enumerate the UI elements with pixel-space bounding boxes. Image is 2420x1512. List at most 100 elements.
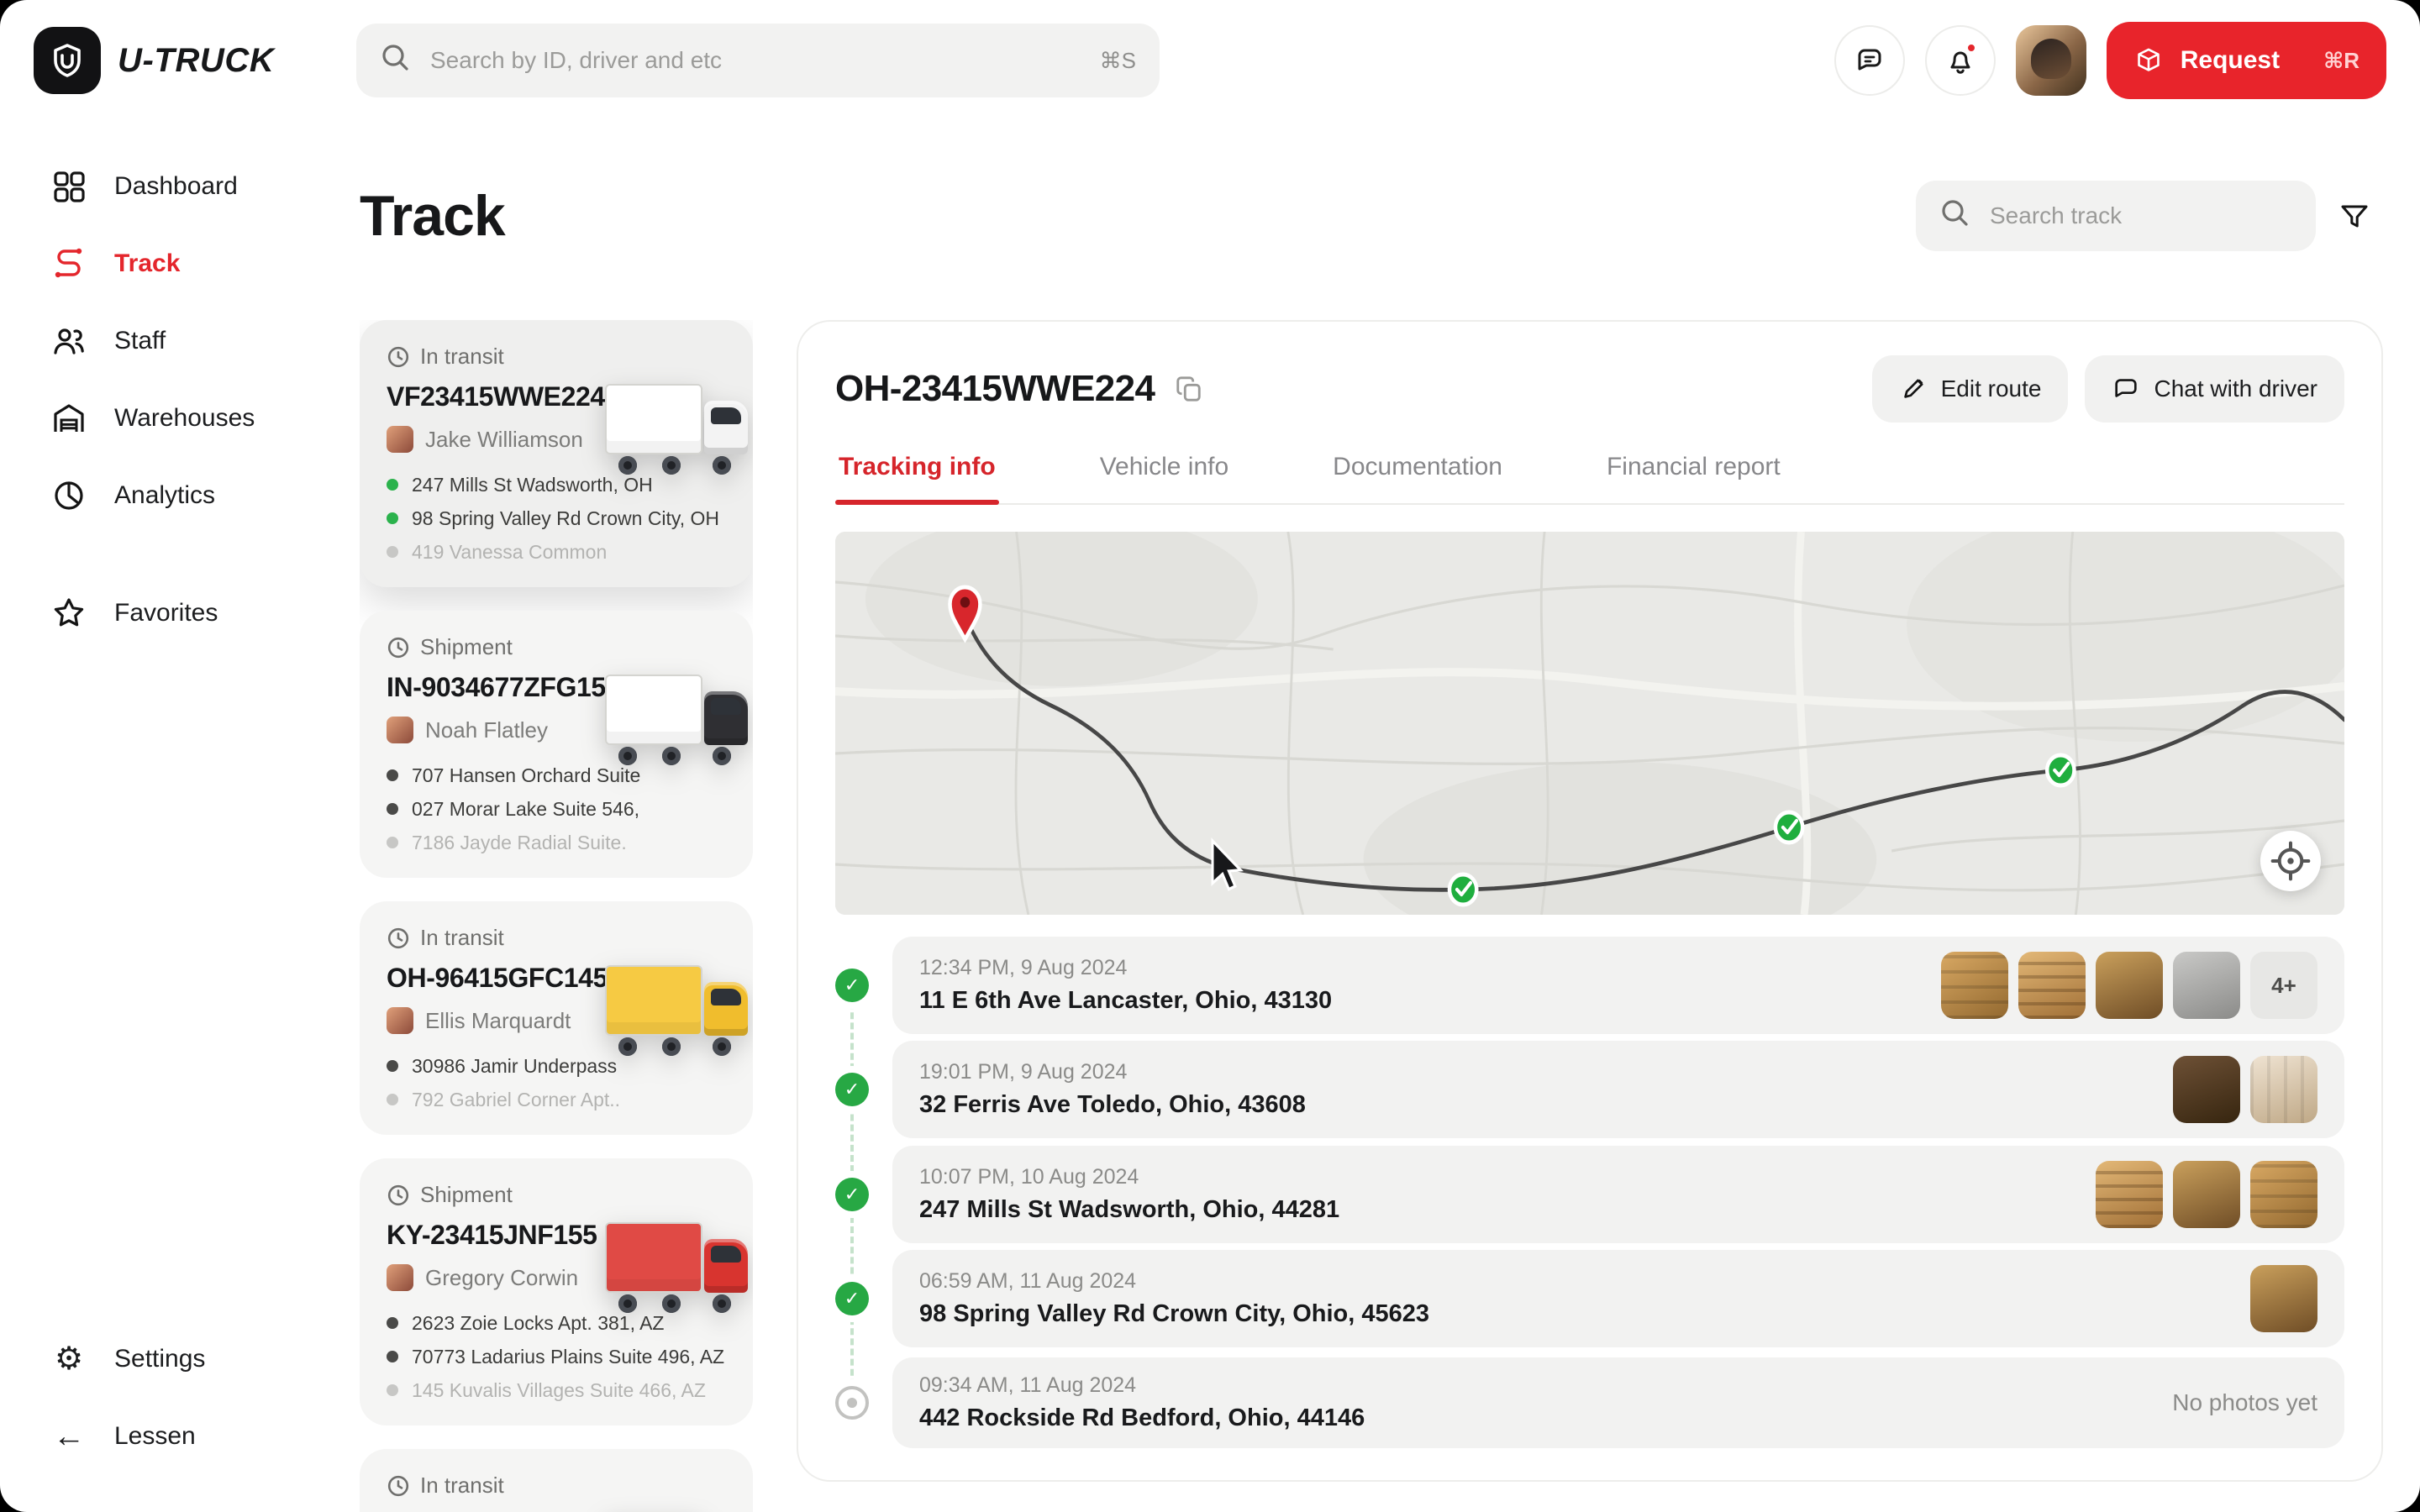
photo-thumbnail[interactable] xyxy=(2173,952,2240,1019)
sidebar-item-settings[interactable]: ⚙ Settings xyxy=(0,1320,323,1398)
timeline-time: 10:07 PM, 10 Aug 2024 xyxy=(919,1165,1339,1189)
track-search-input[interactable] xyxy=(1986,201,2292,231)
global-search[interactable]: ⌘S xyxy=(356,24,1160,97)
timeline-address: 32 Ferris Ave Toledo, Ohio, 43608 xyxy=(919,1091,1306,1119)
tab-documentation[interactable]: Documentation xyxy=(1329,453,1506,503)
messages-button[interactable] xyxy=(1834,25,1905,96)
more-photos-badge[interactable]: 4+ xyxy=(2250,952,2317,1019)
detail-tabs: Tracking info Vehicle info Documentation… xyxy=(835,453,2344,505)
shipment-card[interactable]: Shipment IN-9034677ZFG154 Noah Flatley 7… xyxy=(360,611,753,878)
checkpoint-marker[interactable] xyxy=(2047,755,2074,785)
sidebar-item-label: Settings xyxy=(114,1345,205,1373)
timeline-entry[interactable]: 09:34 AM, 11 Aug 2024 442 Rockside Rd Be… xyxy=(892,1357,2344,1448)
tab-vehicle-info[interactable]: Vehicle info xyxy=(1097,453,1232,503)
edit-route-button[interactable]: Edit route xyxy=(1872,355,2069,423)
sidebar-item-label: Warehouses xyxy=(114,404,255,433)
status-clock-icon xyxy=(387,1184,410,1207)
timeline-entry[interactable]: 12:34 PM, 9 Aug 2024 11 E 6th Ave Lancas… xyxy=(892,937,2344,1034)
locate-button[interactable] xyxy=(2260,831,2321,891)
photo-thumbnail[interactable] xyxy=(2096,1161,2163,1228)
sidebar-collapse-label: Lessen xyxy=(114,1422,196,1451)
status-clock-icon xyxy=(387,636,410,659)
timeline-row: ✓ 06:59 AM, 11 Aug 2024 98 Spring Valley… xyxy=(835,1255,2344,1342)
stop-item: 027 Morar Lake Suite 546, xyxy=(387,797,726,821)
request-button[interactable]: Request ⌘R xyxy=(2107,22,2386,99)
chat-with-driver-button[interactable]: Chat with driver xyxy=(2085,355,2344,423)
filter-button[interactable] xyxy=(2326,187,2383,244)
photo-thumbnail[interactable] xyxy=(2173,1056,2240,1123)
driver-avatar xyxy=(387,1264,413,1291)
timeline-row: ✓ 10:07 PM, 10 Aug 2024 247 Mills St Wad… xyxy=(835,1150,2344,1237)
search-icon xyxy=(380,42,410,79)
tracking-timeline: ✓ 12:34 PM, 9 Aug 2024 11 E 6th Ave Lanc… xyxy=(835,942,2344,1446)
people-icon xyxy=(50,323,87,360)
star-icon xyxy=(50,595,87,632)
dashboard-icon xyxy=(50,168,87,205)
sidebar-item-track[interactable]: Track xyxy=(0,225,323,302)
shipment-card[interactable]: Shipment KY-23415JNF155 Gregory Corwin 2… xyxy=(360,1158,753,1425)
shipment-card[interactable]: In transit VF23415WWE224 Jake Williamson… xyxy=(360,320,753,587)
track-search[interactable] xyxy=(1916,181,2316,251)
stop-item: 30986 Jamir Underpass xyxy=(387,1054,726,1078)
sidebar-item-analytics[interactable]: Analytics xyxy=(0,457,323,534)
search-icon xyxy=(1939,197,1970,234)
copy-id-button[interactable] xyxy=(1171,371,1207,407)
route-icon xyxy=(50,245,87,282)
photo-thumbnail[interactable] xyxy=(2250,1161,2317,1228)
status-clock-icon xyxy=(387,1474,410,1498)
stop-item: 419 Vanessa Common xyxy=(387,540,726,564)
stop-list: 2623 Zoie Locks Apt. 381, AZ 70773 Ladar… xyxy=(387,1311,726,1402)
sidebar-item-staff[interactable]: Staff xyxy=(0,302,323,380)
request-shortcut: ⌘R xyxy=(2323,48,2360,74)
checkpoint-marker[interactable] xyxy=(1449,874,1476,905)
driver-avatar xyxy=(387,426,413,453)
photo-strip: 4+ xyxy=(1941,952,2317,1019)
sidebar: Dashboard Track Staff Warehouses Analyti… xyxy=(0,121,323,1512)
photo-thumbnail[interactable] xyxy=(2173,1161,2240,1228)
route-map[interactable] xyxy=(835,532,2344,915)
photo-thumbnail[interactable] xyxy=(2250,1056,2317,1123)
sidebar-item-warehouses[interactable]: Warehouses xyxy=(0,380,323,457)
app-window: U-TRUCK ⌘S Request ⌘R xyxy=(0,0,2420,1512)
timeline-entry[interactable]: 19:01 PM, 9 Aug 2024 32 Ferris Ave Toled… xyxy=(892,1041,2344,1138)
notification-badge xyxy=(1965,42,1977,54)
status-clock-icon xyxy=(387,927,410,950)
shipment-status: In transit xyxy=(387,925,726,951)
shipment-card[interactable]: In transit IN-51678URE401 Jake Williamso… xyxy=(360,1449,753,1512)
sidebar-item-dashboard[interactable]: Dashboard xyxy=(0,148,323,225)
stop-item: 2623 Zoie Locks Apt. 381, AZ xyxy=(387,1311,726,1335)
photo-thumbnail[interactable] xyxy=(2018,952,2086,1019)
edit-icon xyxy=(1899,375,1928,403)
timeline-entry[interactable]: 10:07 PM, 10 Aug 2024 247 Mills St Wadsw… xyxy=(892,1146,2344,1243)
tab-tracking-info[interactable]: Tracking info xyxy=(835,453,999,503)
checkpoint-pending-icon xyxy=(835,1386,869,1420)
photo-thumbnail[interactable] xyxy=(2096,952,2163,1019)
photo-thumbnail[interactable] xyxy=(1941,952,2008,1019)
notifications-button[interactable] xyxy=(1925,25,1996,96)
stop-list: 707 Hansen Orchard Suite 027 Morar Lake … xyxy=(387,764,726,854)
stop-item: 7186 Jayde Radial Suite. xyxy=(387,831,726,854)
sidebar-collapse[interactable]: ← Lessen xyxy=(0,1398,323,1475)
warehouse-icon xyxy=(50,400,87,437)
tab-financial-report[interactable]: Financial report xyxy=(1603,453,1784,503)
photo-strip xyxy=(2250,1265,2317,1332)
chat-bubble-icon xyxy=(1853,44,1886,77)
shipment-card[interactable]: In transit OH-96415GFC145 Ellis Marquard… xyxy=(360,901,753,1135)
user-avatar[interactable] xyxy=(2016,25,2086,96)
truck-image xyxy=(605,671,753,765)
timeline-time: 19:01 PM, 9 Aug 2024 xyxy=(919,1060,1306,1084)
timeline-entry[interactable]: 06:59 AM, 11 Aug 2024 98 Spring Valley R… xyxy=(892,1250,2344,1347)
topbar: U-TRUCK ⌘S Request ⌘R xyxy=(0,0,2420,121)
timeline-row: 09:34 AM, 11 Aug 2024 442 Rockside Rd Be… xyxy=(835,1359,2344,1446)
checkpoint-done-icon: ✓ xyxy=(835,969,869,1002)
parcel-icon xyxy=(2133,45,2164,76)
filter-icon xyxy=(2338,199,2371,233)
stop-item: 707 Hansen Orchard Suite xyxy=(387,764,726,787)
checkpoint-done-icon: ✓ xyxy=(835,1178,869,1211)
timeline-address: 11 E 6th Ave Lancaster, Ohio, 43130 xyxy=(919,987,1332,1015)
timeline-address: 442 Rockside Rd Bedford, Ohio, 44146 xyxy=(919,1404,1365,1432)
sidebar-item-favorites[interactable]: Favorites xyxy=(0,575,323,652)
global-search-input[interactable] xyxy=(427,45,1083,76)
checkpoint-marker[interactable] xyxy=(1776,812,1802,843)
photo-thumbnail[interactable] xyxy=(2250,1265,2317,1332)
